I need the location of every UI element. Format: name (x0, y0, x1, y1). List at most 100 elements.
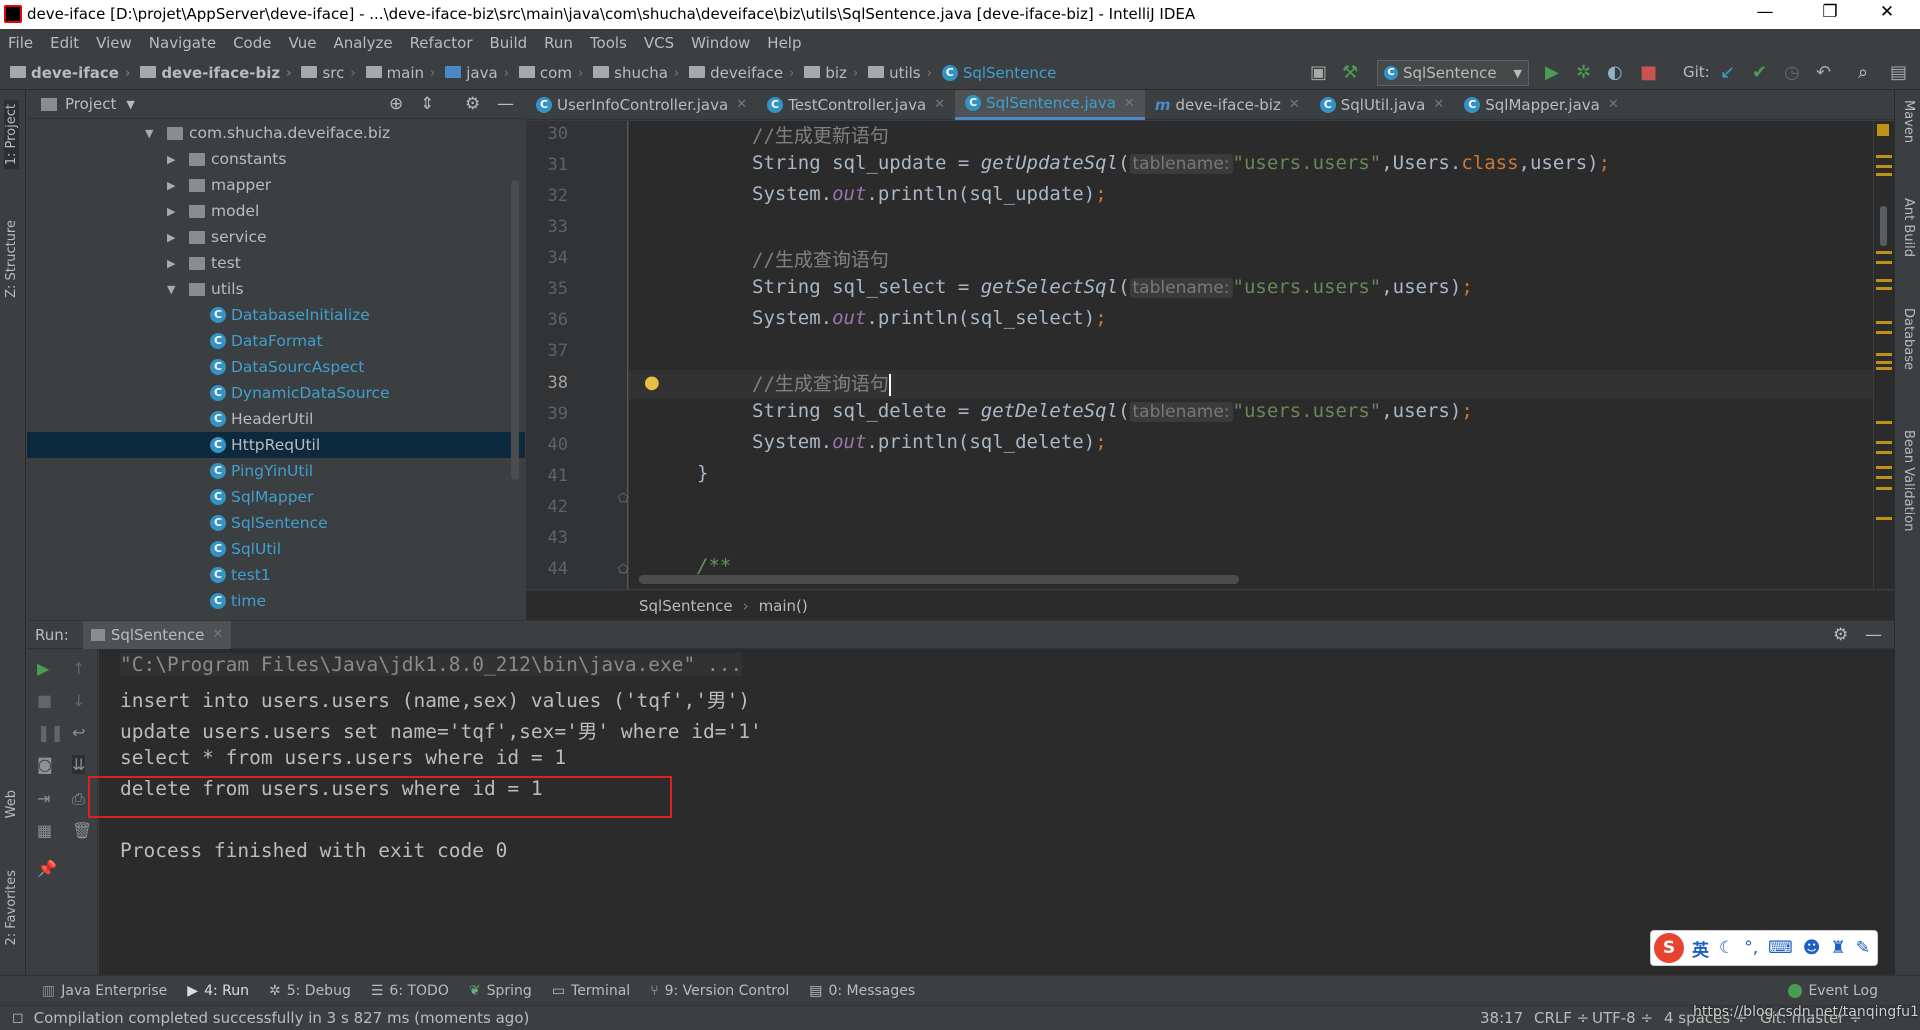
coverage-icon[interactable]: ◐ (1607, 62, 1623, 83)
close-icon[interactable]: ✕ (212, 627, 223, 642)
tree-class[interactable]: C SqlMapper (210, 484, 313, 510)
close-icon[interactable]: ✕ (1289, 97, 1300, 112)
crumb-main[interactable]: main › (365, 64, 435, 82)
trash-icon[interactable]: 🗑 (72, 821, 92, 840)
tab-sqlmapper[interactable]: C SqlMapper.java ✕ (1454, 90, 1629, 120)
crumb-project[interactable]: deve-iface › (10, 64, 130, 82)
structure-tool-tab[interactable]: Z: Structure (4, 220, 19, 298)
ide-settings-icon[interactable]: ▤ (1890, 62, 1907, 83)
warning-indicator-icon[interactable] (1877, 124, 1889, 136)
moon-icon[interactable]: ☾ (1719, 938, 1734, 958)
chevron-down-icon[interactable]: ▼ (126, 98, 134, 111)
editor-v-scrollbar[interactable] (1880, 206, 1887, 246)
crumb-current-class[interactable]: C SqlSentence (941, 64, 1056, 82)
tree-class[interactable]: C DatabaseInitialize (210, 302, 370, 328)
tool-todo[interactable]: ☰ 6: TODO (371, 983, 449, 999)
crumb-biz[interactable]: biz › (804, 64, 858, 82)
line-separator[interactable]: CRLF ÷ (1534, 1009, 1589, 1027)
tree-class[interactable]: C DynamicDataSource (210, 380, 390, 406)
ant-build-tool-tab[interactable]: Ant Build (1901, 198, 1916, 257)
menu-analyze[interactable]: Analyze (333, 34, 392, 52)
menu-code[interactable]: Code (233, 34, 271, 52)
menu-navigate[interactable]: Navigate (149, 34, 216, 52)
shirt-icon[interactable]: ♜ (1830, 938, 1845, 958)
git-history-icon[interactable]: ◷ (1784, 62, 1800, 83)
tree-package-root[interactable]: ▼ com.shucha.deveiface.biz (145, 120, 390, 146)
tree-class[interactable]: C DataSourcAspect (210, 354, 364, 380)
ime-lang[interactable]: 英 (1692, 936, 1709, 961)
close-icon[interactable]: ✕ (1608, 97, 1619, 112)
keyboard-icon[interactable]: ⌨ (1768, 938, 1793, 958)
tree-folder-test[interactable]: ▶ test (167, 250, 241, 276)
tool-version-control[interactable]: ⑂ 9: Version Control (650, 983, 789, 999)
ime-toolbar[interactable]: S 英 ☾ °, ⌨ ☻ ♜ ✎ (1650, 930, 1878, 966)
tab-sqlutil[interactable]: C SqlUtil.java ✕ (1310, 90, 1455, 120)
project-structure-icon[interactable]: ▣ (1310, 62, 1327, 83)
tool-terminal[interactable]: ▭ Terminal (552, 983, 630, 999)
git-update-icon[interactable]: ↙ (1720, 62, 1735, 83)
project-view-title[interactable]: Project (65, 95, 116, 113)
tool-event-log[interactable]: Event Log (1788, 983, 1878, 999)
tree-folder-model[interactable]: ▶ model (167, 198, 259, 224)
caret-position[interactable]: 38:17 (1480, 1009, 1523, 1027)
gear-icon[interactable]: ⚙ (1833, 625, 1848, 645)
tree-class[interactable]: Ctest1 (210, 562, 271, 588)
tree-scrollbar[interactable] (511, 180, 519, 480)
menu-view[interactable]: View (96, 34, 132, 52)
tree-class[interactable]: C SqlSentence (210, 510, 328, 536)
tree-folder-service[interactable]: ▶ service (167, 224, 267, 250)
git-commit-icon[interactable]: ✔ (1752, 62, 1767, 83)
build-hammer-icon[interactable]: ⚒ (1342, 62, 1358, 83)
menu-file[interactable]: File (8, 34, 33, 52)
tree-class[interactable]: C DataFormat (210, 328, 323, 354)
pause-icon[interactable]: ❚❚ (37, 723, 64, 742)
exit-icon[interactable]: ⇥ (37, 789, 50, 808)
tree-class[interactable]: C HeaderUtil (210, 406, 313, 432)
locate-icon[interactable]: ⊕ (389, 94, 403, 114)
gear-icon[interactable]: ⚙ (465, 94, 480, 114)
menu-edit[interactable]: Edit (50, 34, 79, 52)
menu-help[interactable]: Help (767, 34, 801, 52)
tree-class-selected[interactable]: C HttpReqUtil (27, 432, 525, 458)
minimize-button[interactable]: — (1740, 2, 1790, 26)
user-icon[interactable]: ☻ (1803, 938, 1821, 958)
close-icon[interactable]: ✕ (934, 97, 945, 112)
tree-folder-mapper[interactable]: ▶ mapper (167, 172, 271, 198)
tool-run[interactable]: ▶ 4: Run (187, 983, 249, 999)
tab-sqlsentence-active[interactable]: C SqlSentence.java ✕ (955, 89, 1145, 120)
arrow-up-icon[interactable]: ↑ (72, 659, 85, 678)
git-revert-icon[interactable]: ↶ (1816, 62, 1831, 83)
arrow-down-icon[interactable]: ↓ (72, 691, 85, 710)
favorites-tool-tab[interactable]: 2: Favorites (4, 870, 19, 946)
tree-class[interactable]: Ctime (210, 588, 266, 614)
crumb-shucha[interactable]: shucha › (593, 64, 679, 82)
database-tool-tab[interactable]: Database (1901, 308, 1916, 370)
fold-marker-icon[interactable]: ⬠ (618, 491, 628, 505)
menu-run[interactable]: Run (544, 34, 573, 52)
run-tab-sqlsentence[interactable]: SqlSentence ✕ (82, 620, 232, 649)
wrench-icon[interactable]: ✎ (1856, 938, 1870, 958)
bulb-icon[interactable]: ● (644, 372, 660, 393)
menu-vue[interactable]: Vue (288, 34, 316, 52)
code-editor[interactable]: ● //生成更新语句 String sql_update = getUpdate… (629, 121, 1873, 589)
layout-icon[interactable]: ▦ (37, 821, 52, 840)
crumb-deveiface[interactable]: deveiface › (689, 64, 794, 82)
breadcrumb-method[interactable]: main() (759, 597, 808, 615)
stop-icon[interactable]: ■ (1640, 62, 1657, 83)
tab-deve-iface-biz[interactable]: m deve-iface-biz ✕ (1145, 90, 1310, 120)
maven-tool-tab[interactable]: Maven (1901, 100, 1916, 143)
tool-java-enterprise[interactable]: ▥ Java Enterprise (42, 983, 167, 999)
camera-icon[interactable]: ◙ (37, 755, 53, 774)
menu-refactor[interactable]: Refactor (410, 34, 473, 52)
search-icon[interactable]: ⌕ (1858, 62, 1868, 83)
close-button[interactable]: ✕ (1862, 2, 1912, 26)
crumb-java[interactable]: java › (445, 64, 509, 82)
crumb-com[interactable]: com › (518, 64, 583, 82)
tree-folder-utils[interactable]: ▼ utils (167, 276, 244, 302)
bean-validation-tool-tab[interactable]: Bean Validation (1901, 430, 1916, 531)
web-tool-tab[interactable]: Web (4, 790, 19, 818)
debug-icon[interactable]: ✲ (1576, 62, 1591, 83)
print-icon[interactable]: ⎙ (72, 789, 85, 809)
menu-vcs[interactable]: VCS (644, 34, 674, 52)
tool-spring[interactable]: ❦ Spring (469, 983, 532, 999)
